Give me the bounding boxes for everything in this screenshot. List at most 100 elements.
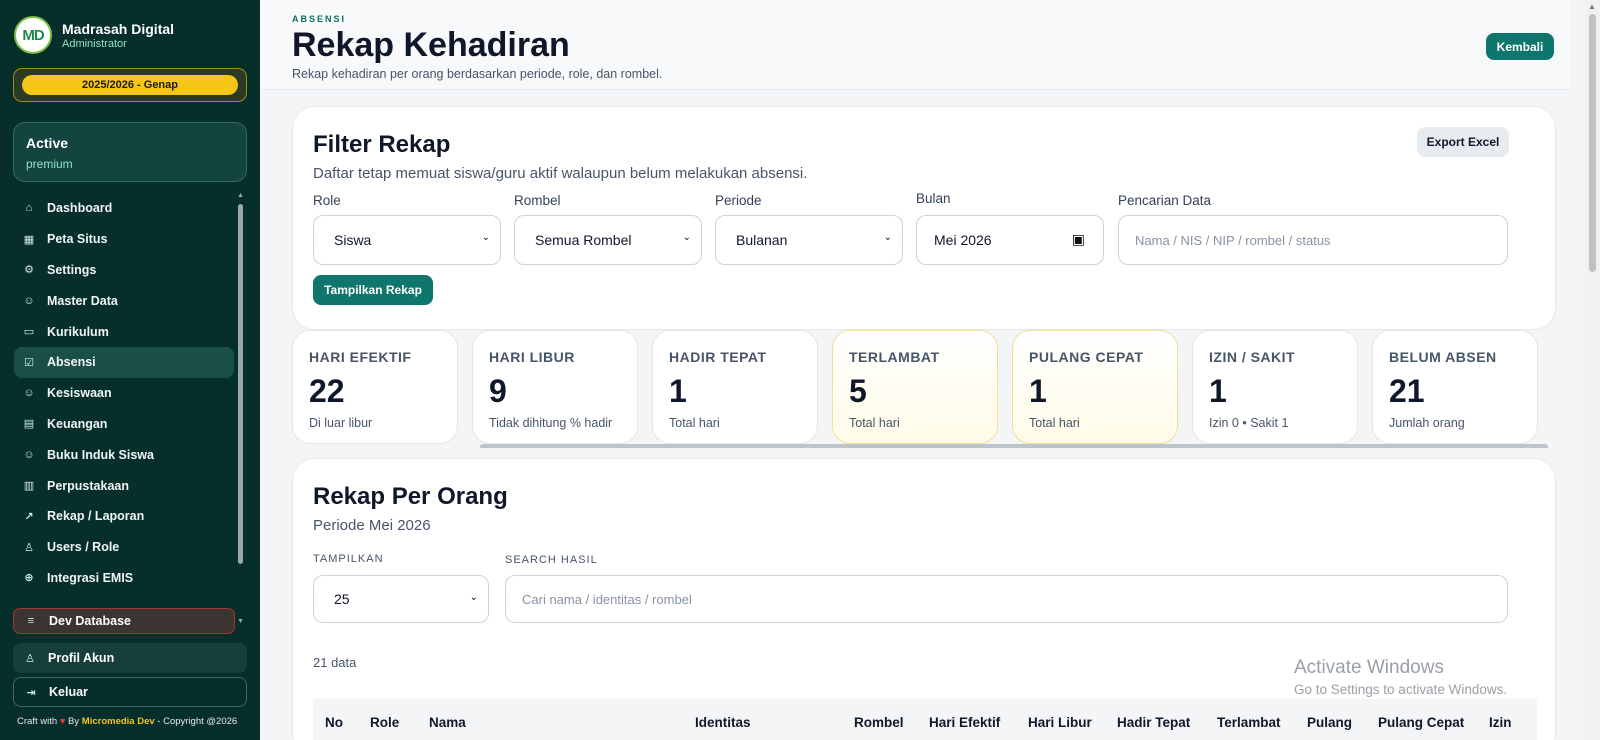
sidebar-item-label: Kesiswaan xyxy=(47,386,112,401)
page-size-select[interactable]: 25 ⌄ xyxy=(313,575,489,623)
stat-label: BELUM ABSEN xyxy=(1389,349,1497,365)
periode-select[interactable]: Bulanan ⌄ xyxy=(715,215,903,265)
column-header[interactable]: Hari Libur xyxy=(1028,715,1092,730)
logout-icon: ⇥ xyxy=(26,686,36,699)
stat-value: 22 xyxy=(309,373,345,409)
sidebar-item-kurikulum[interactable]: ▭ Kurikulum xyxy=(14,316,234,347)
chevron-down-icon: ⌄ xyxy=(469,592,478,603)
chevron-down-icon: ⌄ xyxy=(682,232,691,243)
database-icon: ≡ xyxy=(27,615,35,627)
sidebar-item-kesiswaan[interactable]: ☺ Kesiswaan xyxy=(14,378,234,409)
academic-year-selector[interactable]: 2025/2026 - Genap xyxy=(13,68,247,102)
license-status: Active xyxy=(26,135,69,151)
stat-value: 1 xyxy=(669,373,687,409)
periode-label: Periode xyxy=(715,193,762,208)
stat-card-pulang-cepat: PULANG CEPAT 1 Total hari xyxy=(1012,330,1178,444)
column-header[interactable]: No xyxy=(325,715,343,730)
rombel-select[interactable]: Semua Rombel ⌄ xyxy=(514,215,702,265)
profile-button[interactable]: ♙ Profil Akun xyxy=(13,643,247,673)
filter-title: Filter Rekap xyxy=(313,131,451,158)
chevron-down-icon: ⌄ xyxy=(481,232,490,243)
sidebar-item-label: Users / Role xyxy=(47,540,120,555)
table-header: No Role Nama Identitas Rombel Hari Efekt… xyxy=(313,699,1537,740)
column-header[interactable]: Terlambat xyxy=(1217,715,1281,730)
stat-label: PULANG CEPAT xyxy=(1029,349,1144,365)
sidebar-item-label: Absensi xyxy=(47,355,96,370)
column-header[interactable]: Pulang Cepat xyxy=(1378,715,1464,730)
logo-text: MD xyxy=(22,26,44,44)
stat-note: Total hari xyxy=(1029,416,1080,430)
brand-title: Madrasah Digital xyxy=(62,20,175,37)
sidebar-item-buku-induk-siswa[interactable]: ☺ Buku Induk Siswa xyxy=(14,439,234,470)
sidebar-item-label: Buku Induk Siswa xyxy=(47,447,154,462)
rekap-title: Rekap Per Orang xyxy=(313,483,508,510)
column-header[interactable]: Identitas xyxy=(695,715,751,730)
logout-button[interactable]: ⇥ Keluar xyxy=(13,677,247,707)
footer-link[interactable]: Micromedia Dev xyxy=(82,716,155,727)
stats-horizontal-scrollbar[interactable] xyxy=(480,444,1548,448)
stat-value: 9 xyxy=(489,373,507,409)
sidebar-item-perpustakaan[interactable]: ▥ Perpustakaan xyxy=(14,470,234,501)
column-header[interactable]: Nama xyxy=(429,715,466,730)
scroll-up-icon[interactable]: ▲ xyxy=(237,192,244,199)
bulan-input[interactable]: Mei 2026 ▣ xyxy=(916,215,1104,265)
sidebar-item-dev-database[interactable]: ≡ Dev Database xyxy=(13,608,235,634)
page-size-label: TAMPILKAN xyxy=(313,553,384,565)
brand[interactable]: MD Madrasah Digital Administrator xyxy=(14,16,174,54)
scroll-down-icon[interactable]: ▼ xyxy=(237,618,244,625)
stat-label: HADIR TEPAT xyxy=(669,349,767,365)
page-description: Rekap kehadiran per orang berdasarkan pe… xyxy=(292,67,663,81)
search-data-input[interactable]: Nama / NIS / NIP / rombel / status xyxy=(1118,215,1508,265)
search-result-placeholder: Cari nama / identitas / rombel xyxy=(522,591,692,607)
filter-card: Filter Rekap Daftar tetap memuat siswa/g… xyxy=(292,106,1556,330)
scroll-up-icon[interactable]: ▲ xyxy=(1588,2,1596,11)
sidebar-item-peta-situs[interactable]: ▦ Peta Situs xyxy=(14,224,234,255)
chevron-down-icon: ⌄ xyxy=(883,232,892,243)
sidebar-scrollbar[interactable] xyxy=(238,204,243,564)
academic-year-badge[interactable]: 2025/2026 - Genap xyxy=(22,75,238,95)
page-header: ABSENSI Rekap Kehadiran Rekap kehadiran … xyxy=(260,0,1570,90)
column-header[interactable]: Rombel xyxy=(854,715,904,730)
sidebar-item-rekap-laporan[interactable]: ↗ Rekap / Laporan xyxy=(14,501,234,532)
calendar-icon[interactable]: ▣ xyxy=(1072,231,1085,248)
calendar-icon: ▭ xyxy=(23,326,35,339)
column-header[interactable]: Hari Efektif xyxy=(929,715,1000,730)
sidebar-item-settings[interactable]: ⚙ Settings xyxy=(14,255,234,286)
show-rekap-button[interactable]: Tampilkan Rekap xyxy=(313,275,433,305)
stat-card-hari-efektif: HARI EFEKTIF 22 Di luar libur xyxy=(292,330,458,444)
periode-value: Bulanan xyxy=(736,232,788,248)
back-button[interactable]: Kembali xyxy=(1486,33,1554,60)
page-title: Rekap Kehadiran xyxy=(292,26,570,64)
sidebar-item-master-data[interactable]: ☺ Master Data xyxy=(14,285,234,316)
stat-note: Di luar libur xyxy=(309,416,373,430)
grid-icon: ▦ xyxy=(23,233,35,246)
page-scrollbar-thumb[interactable] xyxy=(1589,14,1596,272)
gear-icon: ⚙ xyxy=(24,264,34,277)
users-icon: ☺ xyxy=(23,387,35,400)
export-excel-button[interactable]: Export Excel xyxy=(1417,127,1509,157)
rombel-value: Semua Rombel xyxy=(535,232,632,248)
column-header[interactable]: Hadir Tepat xyxy=(1117,715,1190,730)
sidebar-item-keuangan[interactable]: ▤ Keuangan xyxy=(14,409,234,440)
sidebar-item-absensi[interactable]: ☑ Absensi xyxy=(14,346,234,378)
logout-label: Keluar xyxy=(49,685,88,699)
sidebar-item-users-role[interactable]: ♙ Users / Role xyxy=(14,532,234,563)
stat-value: 1 xyxy=(1209,373,1227,409)
home-icon: ⌂ xyxy=(25,202,33,215)
result-count: 21 data xyxy=(313,655,357,670)
bulan-value: Mei 2026 xyxy=(934,232,992,248)
rombel-label: Rombel xyxy=(514,193,561,208)
license-tier: premium xyxy=(26,157,73,171)
column-header[interactable]: Pulang xyxy=(1307,715,1352,730)
search-result-input[interactable]: Cari nama / identitas / rombel xyxy=(505,575,1508,623)
stat-card-terlambat: TERLAMBAT 5 Total hari xyxy=(832,330,998,444)
stat-label: TERLAMBAT xyxy=(849,349,940,365)
activation-watermark-title: Activate Windows xyxy=(1294,657,1444,678)
role-select[interactable]: Siswa ⌄ xyxy=(313,215,501,265)
column-header[interactable]: Role xyxy=(370,715,399,730)
sidebar-item-dashboard[interactable]: ⌂ Dashboard xyxy=(14,193,234,224)
sidebar-item-integrasi-emis[interactable]: ⊕ Integrasi EMIS xyxy=(14,563,234,594)
sidebar-item-label: Master Data xyxy=(47,293,118,308)
column-header[interactable]: Izin xyxy=(1489,715,1511,730)
sidebar-item-label: Keuangan xyxy=(47,416,108,431)
